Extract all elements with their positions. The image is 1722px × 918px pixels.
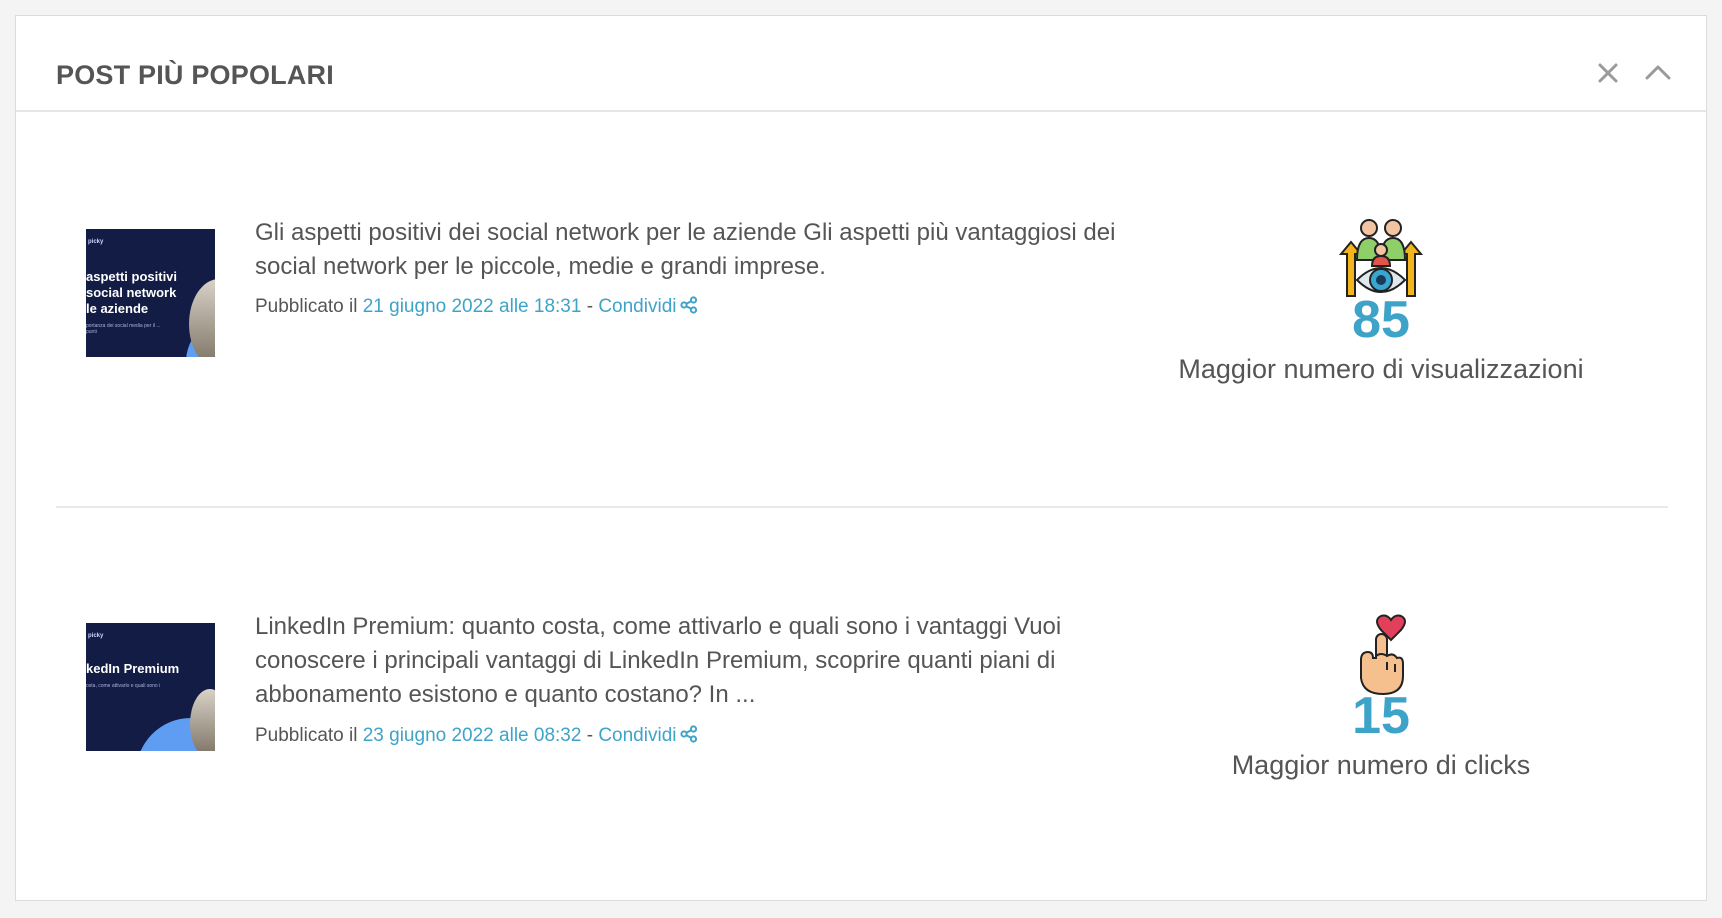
close-icon[interactable] [1596,61,1624,89]
clicks-count: 15 [1352,687,1410,745]
views-label: Maggior numero di visualizzazioni [1178,354,1584,384]
thumbnail-title-line: le aziende [86,301,149,316]
share-icon [680,725,698,743]
thumbnail-title-line: aspetti positivi [86,269,178,284]
chevron-up-icon[interactable] [1644,61,1672,89]
thumbnail-brand: picky [88,633,104,639]
post-thumbnail[interactable]: picky kedIn Premium osta, come attivarlo… [86,623,215,751]
post-meta: Pubblicato il 21 giugno 2022 alle 18:31 … [255,296,698,318]
post-meta: Pubblicato il 23 giugno 2022 alle 08:32 … [255,725,698,747]
clicks-stat: 15 Maggior numero di clicks [1116,612,1646,781]
share-link[interactable]: Condividi [598,296,698,317]
thumbnail-photo [189,279,215,357]
share-icon [680,296,698,314]
published-prefix: Pubblicato il [255,296,358,317]
clicks-label: Maggior numero di clicks [1231,750,1531,780]
share-label: Condividi [598,296,677,317]
share-label: Condividi [598,725,677,746]
meta-separator: - [586,725,594,746]
views-stat: 85 Maggior numero di visualizzazioni [1116,216,1646,385]
thumbnail-brand: picky [88,239,104,245]
published-prefix: Pubblicato il [255,725,358,746]
post-date-link[interactable]: 21 giugno 2022 alle 18:31 [363,296,582,317]
post-date-link[interactable]: 23 giugno 2022 alle 08:32 [363,725,582,746]
meta-separator: - [586,296,594,317]
thumbnail-title-line: social network [86,285,177,300]
post-item: picky aspetti positivi social network le… [16,112,1706,507]
thumbnail-subtitle: portanza dei social media per il ... pun… [86,323,161,335]
post-thumbnail[interactable]: picky aspetti positivi social network le… [86,229,215,357]
audience-eye-icon [1339,219,1423,297]
thumbnail-photo [190,689,215,751]
popular-posts-panel: POST PIÙ POPOLARI picky aspetti positivi… [15,15,1707,901]
thumbnail-title-line: kedIn Premium [86,661,180,676]
panel-title: POST PIÙ POPOLARI [56,60,334,90]
post-excerpt: Gli aspetti positivi dei social network … [255,219,1116,280]
views-count: 85 [1352,291,1410,349]
thumbnail-subtitle: osta, come attivarlo e quali sono i [86,683,161,689]
share-link[interactable]: Condividi [598,725,698,746]
post-excerpt: LinkedIn Premium: quanto costa, come att… [255,613,1062,708]
hand-click-heart-icon [1360,614,1406,696]
post-item: picky kedIn Premium osta, come attivarlo… [16,508,1706,900]
panel-header: POST PIÙ POPOLARI [16,16,1706,112]
